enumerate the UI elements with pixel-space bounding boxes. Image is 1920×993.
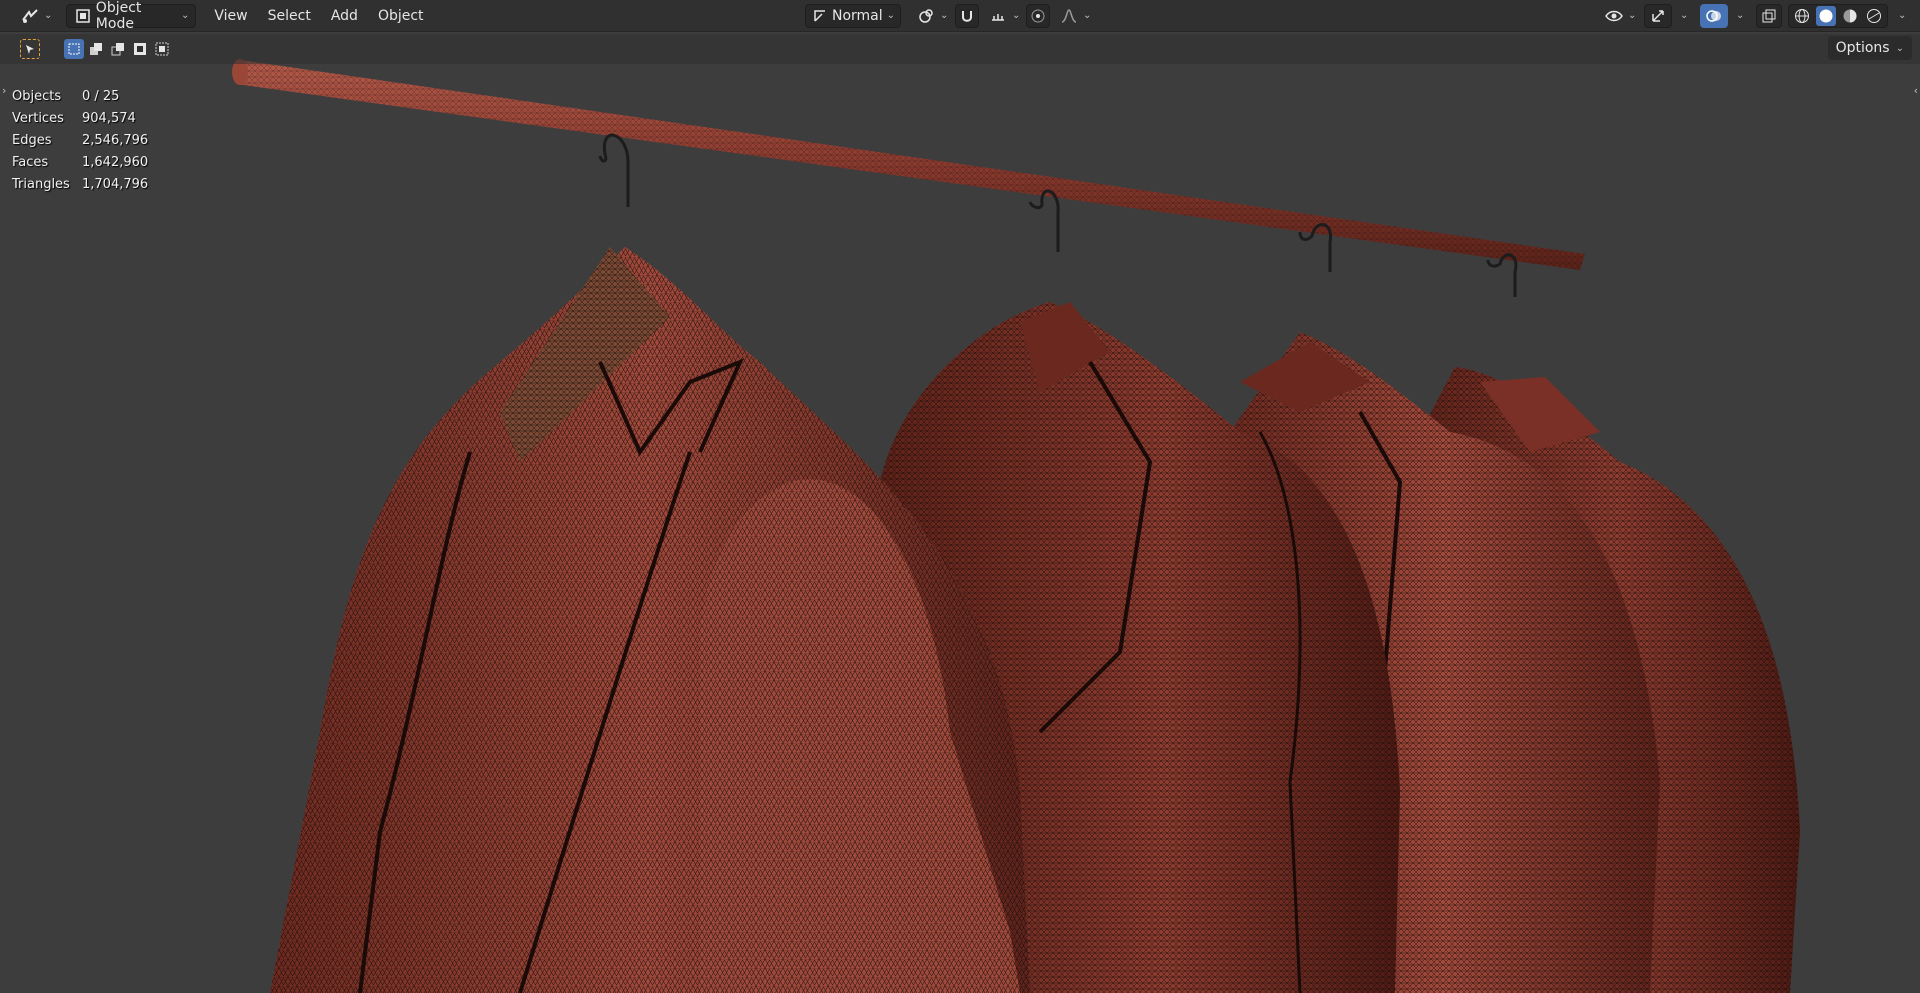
menu-add[interactable]: Add xyxy=(321,4,368,28)
stat-edges: Edges 2,546,796 xyxy=(12,133,149,148)
select-tool-icon[interactable] xyxy=(20,39,40,59)
select-subtract-icon[interactable] xyxy=(108,39,128,59)
chevron-down-icon: ⌄ xyxy=(940,10,949,21)
stat-triangles: Triangles 1,704,796 xyxy=(12,177,149,192)
overlay-icon xyxy=(1704,6,1724,26)
visibility-icon xyxy=(1604,6,1624,26)
hanging-rod xyxy=(232,59,1585,270)
pivot-point-dropdown[interactable]: ⌄ xyxy=(910,4,954,28)
solid-shading-icon[interactable] xyxy=(1816,5,1836,26)
proportional-falloff-dropdown[interactable]: ⌄ xyxy=(1053,4,1097,28)
chevron-down-icon: ⌄ xyxy=(886,10,896,21)
statistics-overlay: Objects 0 / 25 Vertices 904,574 Edges 2,546… xyxy=(12,86,148,196)
object-mode-icon xyxy=(73,6,91,26)
chevron-down-icon: ⌄ xyxy=(1895,42,1904,54)
chevron-down-icon: ⌄ xyxy=(44,10,53,21)
snap-toggle[interactable] xyxy=(955,3,979,28)
gizmo-dropdown[interactable]: ⌄ xyxy=(1674,4,1694,28)
proportional-editing-icon xyxy=(1030,6,1046,26)
visibility-dropdown[interactable]: ⌄ xyxy=(1598,4,1642,28)
stat-objects: Objects 0 / 25 xyxy=(12,89,120,104)
left-region-toggle-icon[interactable]: › xyxy=(2,84,6,97)
overlay-dropdown[interactable]: ⌄ xyxy=(1730,4,1750,28)
xray-icon xyxy=(1760,6,1778,26)
stat-faces: Faces 1,642,960 xyxy=(12,155,149,170)
transform-orientation-icon xyxy=(812,6,828,26)
overlay-toggle[interactable] xyxy=(1700,3,1728,28)
snap-target-dropdown[interactable]: ⌄ xyxy=(982,4,1026,28)
select-intersect-icon[interactable] xyxy=(152,39,172,59)
menu-select[interactable]: Select xyxy=(258,4,321,28)
menu-view[interactable]: View xyxy=(204,4,257,28)
tool-settings-row xyxy=(0,34,1920,64)
xray-toggle[interactable] xyxy=(1756,3,1782,28)
mode-dropdown[interactable]: Object Mode ⌄ xyxy=(66,0,197,32)
shading-options-dropdown[interactable]: ⌄ xyxy=(1892,4,1912,28)
chevron-down-icon: ⌄ xyxy=(1736,10,1745,21)
shading-mode-group xyxy=(1788,3,1888,28)
chevron-down-icon: ⌄ xyxy=(1628,10,1637,21)
snap-icon xyxy=(959,6,975,26)
select-extend-icon[interactable] xyxy=(86,39,106,59)
chevron-down-icon: ⌄ xyxy=(1083,10,1092,21)
coat-1 xyxy=(270,247,1030,993)
chevron-down-icon: ⌄ xyxy=(181,10,190,21)
material-shading-icon[interactable] xyxy=(1840,6,1860,26)
right-region-toggle-icon[interactable]: ‹ xyxy=(1914,84,1918,97)
chevron-down-icon: ⌄ xyxy=(1680,10,1689,21)
chevron-down-icon: ⌄ xyxy=(1898,10,1907,21)
pivot-point-icon xyxy=(916,6,936,26)
viewport-header: ⌄ Object Mode ⌄ View Select Add Object N… xyxy=(0,0,1920,32)
menu-object[interactable]: Object xyxy=(368,4,434,28)
chevron-down-icon: ⌄ xyxy=(1012,10,1021,21)
select-new-icon[interactable] xyxy=(64,39,84,59)
header-menus: View Select Add Object xyxy=(204,4,433,28)
falloff-curve-icon xyxy=(1059,6,1079,26)
editor-type-icon xyxy=(20,6,40,26)
options-dropdown[interactable]: Options ⌄ xyxy=(1827,36,1912,60)
transform-orientation-dropdown[interactable]: Normal ⌄ xyxy=(805,3,901,28)
3d-viewport[interactable]: Objects 0 / 25 Vertices 904,574 Edges 2,546… xyxy=(0,32,1920,993)
snap-increment-icon xyxy=(988,6,1008,26)
stat-vertices: Vertices 904,574 xyxy=(12,111,136,126)
rendered-shading-icon[interactable] xyxy=(1864,6,1884,26)
scene-render xyxy=(232,59,1800,993)
editor-type-button[interactable]: ⌄ xyxy=(14,4,58,28)
gizmo-icon xyxy=(1649,6,1667,26)
select-invert-icon[interactable] xyxy=(130,39,150,59)
wireframe-shading-icon[interactable] xyxy=(1792,6,1812,26)
proportional-editing-toggle[interactable] xyxy=(1026,3,1050,28)
gizmo-toggle[interactable] xyxy=(1644,3,1672,28)
